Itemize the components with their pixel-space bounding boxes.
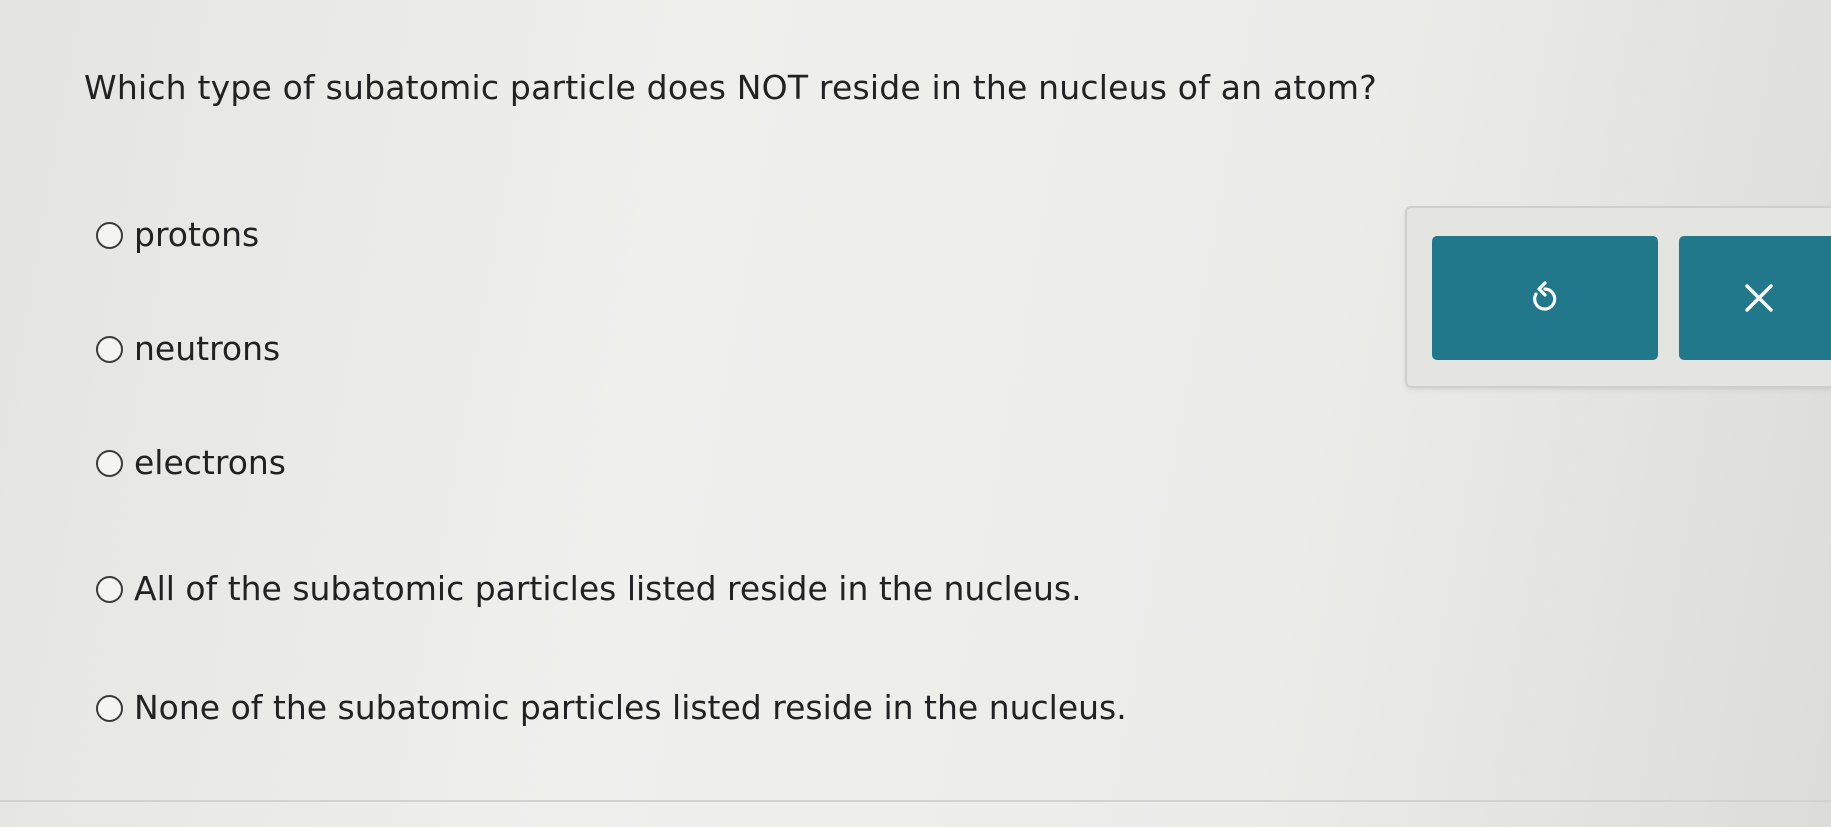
choice-label: All of the subatomic particles listed re… bbox=[134, 569, 1082, 608]
choice-all-in-nucleus[interactable]: All of the subatomic particles listed re… bbox=[96, 567, 1082, 611]
undo-button[interactable] bbox=[1432, 236, 1658, 360]
choice-electrons[interactable]: electrons bbox=[96, 441, 286, 485]
answer-toolbar bbox=[1405, 206, 1831, 388]
choice-label: electrons bbox=[134, 443, 286, 482]
question-text: Which type of subatomic particle does NO… bbox=[84, 68, 1377, 107]
close-button[interactable] bbox=[1679, 236, 1831, 360]
choice-label: protons bbox=[134, 215, 260, 254]
choice-neutrons[interactable]: neutrons bbox=[96, 327, 280, 371]
radio-button[interactable] bbox=[96, 694, 123, 722]
question-card: Which type of subatomic particle does NO… bbox=[0, 0, 1831, 802]
radio-button[interactable] bbox=[96, 575, 123, 603]
radio-button[interactable] bbox=[96, 221, 123, 249]
choice-none-in-nucleus[interactable]: None of the subatomic particles listed r… bbox=[96, 686, 1127, 730]
choice-protons[interactable]: protons bbox=[96, 213, 259, 257]
choice-label: None of the subatomic particles listed r… bbox=[134, 688, 1127, 727]
choice-label: neutrons bbox=[134, 329, 281, 368]
undo-icon bbox=[1533, 281, 1557, 311]
close-icon bbox=[1745, 284, 1773, 312]
radio-button[interactable] bbox=[96, 335, 123, 363]
radio-button[interactable] bbox=[96, 449, 123, 477]
